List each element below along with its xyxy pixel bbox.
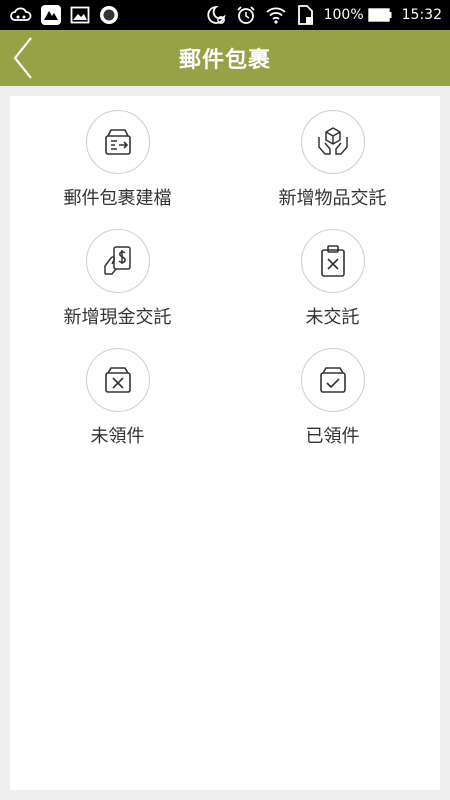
- sim-card-icon: [296, 5, 314, 25]
- moon-alarm-icon: [206, 5, 226, 25]
- menu-label: 郵件包裹建檔: [63, 188, 172, 209]
- icon-circle: [300, 348, 365, 412]
- chevron-left-icon: [13, 37, 32, 79]
- record-icon: [99, 5, 119, 25]
- wifi-icon: [265, 6, 286, 24]
- status-bar: 100% 15:32: [0, 0, 450, 30]
- notification-icons: [0, 5, 119, 25]
- cloud-link-icon: [10, 7, 32, 23]
- menu-item-add-item-custody[interactable]: 新增物品交託: [225, 110, 440, 220]
- icon-circle: [300, 229, 365, 293]
- system-icons: 100% 15:32: [206, 5, 450, 25]
- back-button[interactable]: [6, 34, 40, 82]
- menu-label: 新增現金交託: [63, 307, 172, 328]
- battery-icon: [367, 8, 392, 22]
- clock-time: 15:32: [401, 7, 442, 23]
- page-title: 郵件包裹: [178, 48, 271, 73]
- menu-item-not-handed-over[interactable]: 未交託: [225, 229, 440, 339]
- app-header: 郵件包裹: [0, 30, 450, 86]
- menu-item-unclaimed[interactable]: 未領件: [10, 348, 225, 458]
- menu-label: 新增物品交託: [278, 188, 387, 209]
- cash-hand-icon: [103, 246, 131, 275]
- menu-item-claimed[interactable]: 已領件: [225, 348, 440, 458]
- tray-check-icon: [319, 367, 346, 393]
- inbox-arrow-icon: [104, 129, 131, 155]
- menu-label: 未領件: [90, 426, 145, 447]
- menu-label: 未交託: [305, 307, 360, 328]
- hands-box-icon: [317, 127, 348, 155]
- icon-circle: [300, 110, 365, 174]
- image-icon: [70, 6, 90, 24]
- menu-item-mail-registration[interactable]: 郵件包裹建檔: [10, 110, 225, 220]
- menu-label: 已領件: [305, 426, 360, 447]
- tray-x-icon: [104, 367, 131, 393]
- icon-circle: [85, 110, 150, 174]
- clipboard-x-icon: [320, 245, 345, 277]
- alarm-clock-icon: [236, 5, 256, 25]
- battery-indicator: 100%: [324, 7, 392, 23]
- menu-item-add-cash-custody[interactable]: 新增現金交託: [10, 229, 225, 339]
- battery-percent: 100%: [323, 7, 364, 23]
- app-logo-icon: [41, 5, 61, 25]
- icon-circle: [85, 348, 150, 412]
- icon-circle: [85, 229, 150, 293]
- menu-grid: 郵件包裹建檔 新增物品交託 新增現金交託 未交託 未領件 已領件: [10, 96, 440, 790]
